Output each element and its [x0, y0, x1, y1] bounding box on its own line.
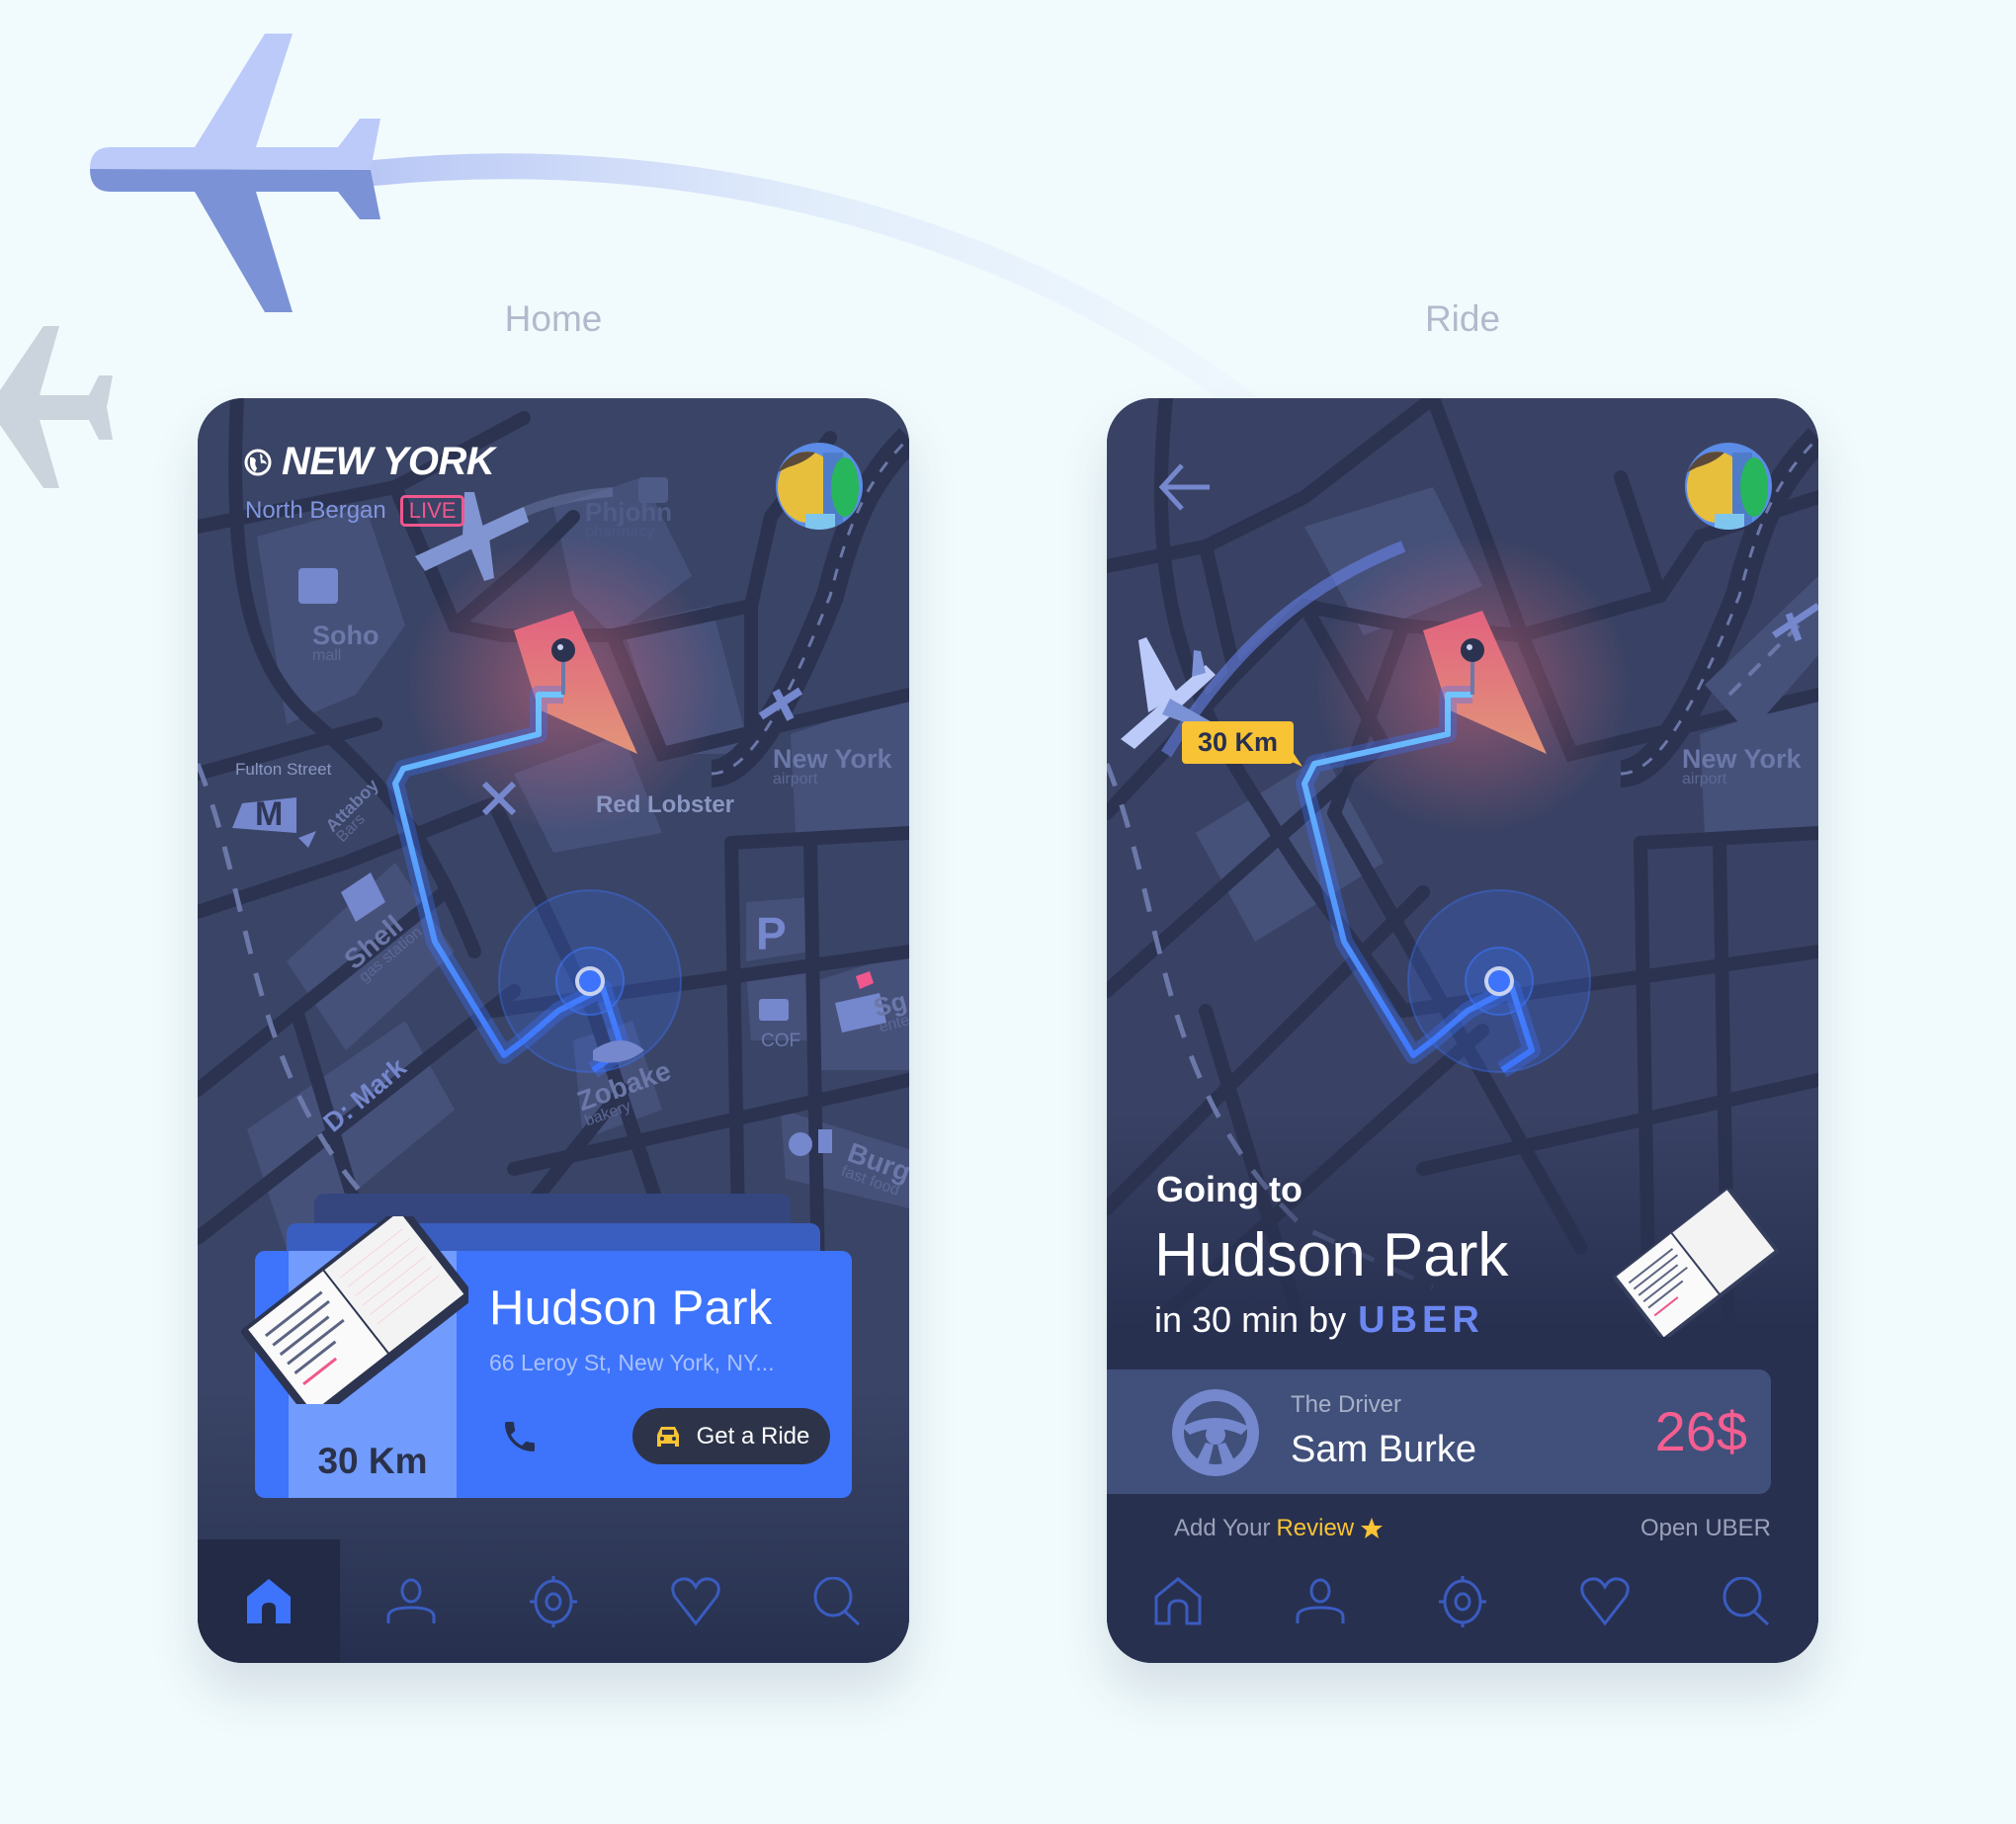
nav-profile[interactable]: [1249, 1539, 1391, 1663]
map-label-metro[interactable]: Fulton Street: [235, 760, 331, 780]
poi-name: P: [756, 908, 787, 959]
globe-icon: [244, 449, 272, 475]
get-ride-button[interactable]: Get a Ride: [632, 1408, 830, 1464]
destination-pin-icon[interactable]: [551, 638, 575, 662]
review-link-text: Review: [1276, 1515, 1355, 1541]
map-label-restaurant[interactable]: Red Lobster: [596, 791, 734, 819]
map-label-airport[interactable]: New York airport: [1682, 744, 1802, 788]
book-illustration: [241, 1216, 468, 1404]
faded-plane-icon: [0, 326, 113, 488]
search-icon: [813, 1576, 861, 1625]
add-review-link[interactable]: Add Your Review: [1174, 1515, 1384, 1542]
live-badge: LIVE: [399, 495, 465, 527]
provider-name: UBER: [1358, 1299, 1484, 1341]
avatar-illustration: [1685, 443, 1772, 530]
nav-search[interactable]: [1676, 1539, 1818, 1663]
home-screen: NEW YORK North Bergan LIVE Phjohn pharmac…: [198, 398, 909, 1663]
poi-name: New York: [773, 744, 892, 774]
bottom-nav: [1107, 1539, 1818, 1663]
heart-icon: [1580, 1576, 1630, 1625]
nav-locate[interactable]: [482, 1539, 625, 1663]
map-label-mall[interactable]: Soho mall: [312, 621, 379, 665]
poi-name: Red Lobster: [596, 791, 735, 818]
current-location-icon[interactable]: [1484, 966, 1514, 996]
coffee-icon: [759, 999, 789, 1021]
ride-screen: 30 Km New York airport Going to Hudson Pa…: [1107, 398, 1818, 1663]
review-prefix: Add Your: [1174, 1515, 1271, 1541]
destination-address: 66 Leroy St, New York, NY...: [489, 1350, 775, 1375]
city-name: NEW YORK: [282, 440, 495, 483]
ride-price: 26$: [1654, 1400, 1747, 1462]
map-label-airport[interactable]: New York airport: [773, 744, 892, 788]
driver-name: Sam Burke: [1291, 1429, 1476, 1470]
nav-locate[interactable]: [1391, 1539, 1534, 1663]
nav-home[interactable]: [198, 1539, 340, 1663]
drink-icon: [818, 1129, 832, 1153]
eta-row: in 30 min by UBER: [1154, 1299, 1484, 1342]
map-label-parking[interactable]: P: [756, 907, 787, 960]
home-icon: [1154, 1576, 1202, 1624]
shopping-bag-icon: [298, 568, 338, 604]
burger-icon: [789, 1132, 812, 1156]
distance-tag: 30 Km: [1182, 721, 1295, 764]
steering-wheel-icon: [1172, 1389, 1259, 1476]
destination-card[interactable]: 30 Km Hudson Park 66 Leroy St, New York,…: [241, 1216, 852, 1498]
area-row: North Bergan LIVE: [245, 495, 465, 527]
target-icon: [1439, 1575, 1486, 1627]
avatar-illustration: [776, 443, 863, 530]
driver-card[interactable]: The Driver Sam Burke 26$: [1107, 1369, 1771, 1494]
poi-name: Fulton Street: [235, 760, 332, 779]
nav-home[interactable]: [1107, 1539, 1249, 1663]
heart-icon: [671, 1576, 720, 1625]
book-illustration: [1612, 1189, 1779, 1337]
target-icon: [530, 1575, 577, 1627]
current-location-icon[interactable]: [575, 966, 605, 996]
bottom-nav: [198, 1539, 909, 1663]
going-to-label: Going to: [1156, 1169, 1302, 1209]
big-plane-icon: [90, 34, 380, 312]
poi-name: New York: [1682, 744, 1802, 774]
eta-text: in 30 min by: [1154, 1299, 1347, 1340]
screen-label-ride: Ride: [1424, 298, 1501, 339]
user-icon: [1296, 1578, 1345, 1623]
car-icon: [656, 1426, 679, 1447]
home-icon: [247, 1578, 291, 1623]
search-icon: [1722, 1576, 1770, 1625]
destination-title: Hudson Park: [489, 1282, 773, 1335]
star-icon: [1361, 1518, 1384, 1538]
map-label-pharmacy[interactable]: Phjohn pharmacy: [585, 497, 672, 541]
open-uber-link[interactable]: Open UBER: [1640, 1515, 1771, 1542]
map-label-coffee[interactable]: COF: [761, 1031, 800, 1052]
poi-name: Phjohn: [585, 497, 673, 527]
user-avatar[interactable]: [1685, 443, 1772, 530]
nav-favorites[interactable]: [1534, 1539, 1676, 1663]
poi-name: COF: [761, 1031, 801, 1051]
screen-label-home: Home: [504, 298, 603, 339]
nav-search[interactable]: [767, 1539, 909, 1663]
area-name: North Bergan: [245, 497, 386, 524]
back-arrow-icon[interactable]: [1154, 457, 1214, 517]
ride-destination: Hudson Park: [1154, 1221, 1509, 1289]
destination-pin-icon[interactable]: [1461, 638, 1484, 662]
poi-name: Soho: [312, 621, 379, 650]
user-avatar[interactable]: [776, 443, 863, 530]
distance-value: 30 Km: [317, 1441, 428, 1481]
driver-label: The Driver: [1291, 1391, 1402, 1418]
nav-profile[interactable]: [340, 1539, 482, 1663]
nav-favorites[interactable]: [625, 1539, 767, 1663]
user-icon: [386, 1578, 436, 1623]
phone-icon[interactable]: [500, 1417, 540, 1456]
get-ride-label: Get a Ride: [696, 1422, 810, 1450]
metro-badge: M: [255, 795, 284, 833]
city-title[interactable]: NEW YORK: [244, 440, 495, 484]
